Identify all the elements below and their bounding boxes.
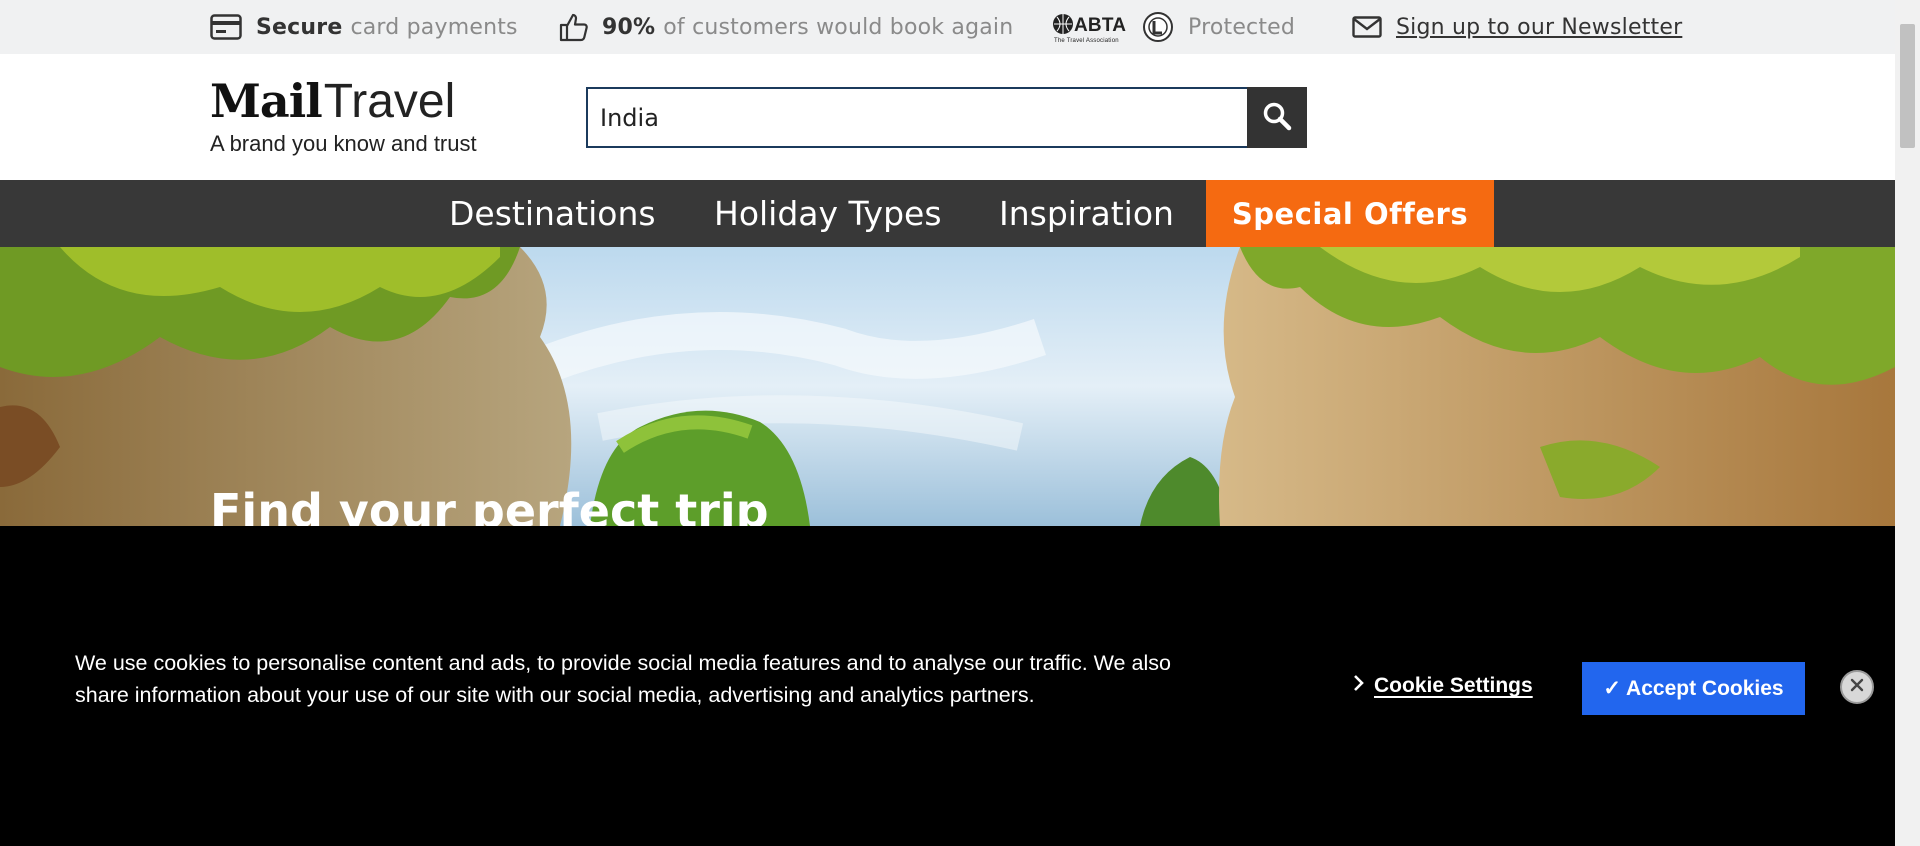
rebook-text: of customers would book again	[663, 14, 1014, 40]
cookie-settings-button[interactable]: Cookie Settings	[1352, 674, 1533, 698]
close-icon	[1849, 677, 1865, 697]
nav-special-offers[interactable]: Special Offers	[1206, 180, 1494, 247]
trust-bar: Secure card payments 90% of customers wo…	[0, 0, 1895, 54]
protected-text: Protected	[1188, 14, 1296, 40]
cookie-message: We use cookies to personalise content an…	[75, 651, 1171, 707]
nav-inspiration[interactable]: Inspiration	[999, 180, 1174, 247]
hero-title: Find your perfect trip	[210, 484, 769, 526]
thumbs-up-icon	[558, 12, 588, 42]
nav-destinations[interactable]: Destinations	[449, 180, 656, 247]
page-scrollbar[interactable]	[1895, 0, 1920, 846]
secure-text: card payments	[350, 14, 518, 40]
protection-seal-icon	[1142, 11, 1174, 43]
credit-card-icon	[210, 14, 242, 40]
envelope-icon	[1352, 16, 1382, 38]
cookie-settings-label: Cookie Settings	[1374, 674, 1533, 697]
nav-holiday-types[interactable]: Holiday Types	[714, 180, 942, 247]
chevron-right-icon	[1352, 674, 1364, 698]
site-header: Mail Travel A brand you know and trust	[0, 54, 1895, 180]
secure-label: Secure	[256, 14, 343, 40]
search-button[interactable]	[1247, 87, 1307, 148]
logo-mail-text: Mail	[210, 74, 323, 128]
newsletter-item[interactable]: Sign up to our Newsletter	[1352, 0, 1682, 54]
accept-cookies-button[interactable]: ✓ Accept Cookies	[1582, 662, 1805, 715]
search-icon	[1262, 101, 1292, 135]
cookie-banner: We use cookies to personalise content an…	[0, 526, 1895, 846]
search-input[interactable]	[586, 87, 1247, 148]
main-nav: Destinations Holiday Types Inspiration S…	[0, 180, 1895, 247]
hero-banner: Find your perfect trip	[0, 247, 1895, 526]
search-form	[586, 87, 1307, 148]
abta-item: ABTA The Travel Association Protected	[1052, 0, 1295, 54]
logo-tagline: A brand you know and trust	[210, 131, 477, 156]
close-banner-button[interactable]	[1840, 670, 1874, 704]
scrollbar-thumb[interactable]	[1900, 24, 1915, 148]
logo-travel-text: Travel	[323, 75, 456, 128]
abta-logo: ABTA The Travel Association	[1052, 11, 1132, 43]
svg-text:The Travel Association: The Travel Association	[1054, 38, 1119, 43]
mail-travel-logo[interactable]: Mail Travel A brand you know and trust	[210, 74, 490, 164]
svg-text:ABTA: ABTA	[1074, 15, 1126, 36]
rebook-item: 90% of customers would book again	[558, 0, 1013, 54]
secure-payments-item: Secure card payments	[210, 0, 518, 54]
newsletter-link[interactable]: Sign up to our Newsletter	[1396, 15, 1682, 40]
rebook-percent: 90%	[602, 14, 656, 40]
